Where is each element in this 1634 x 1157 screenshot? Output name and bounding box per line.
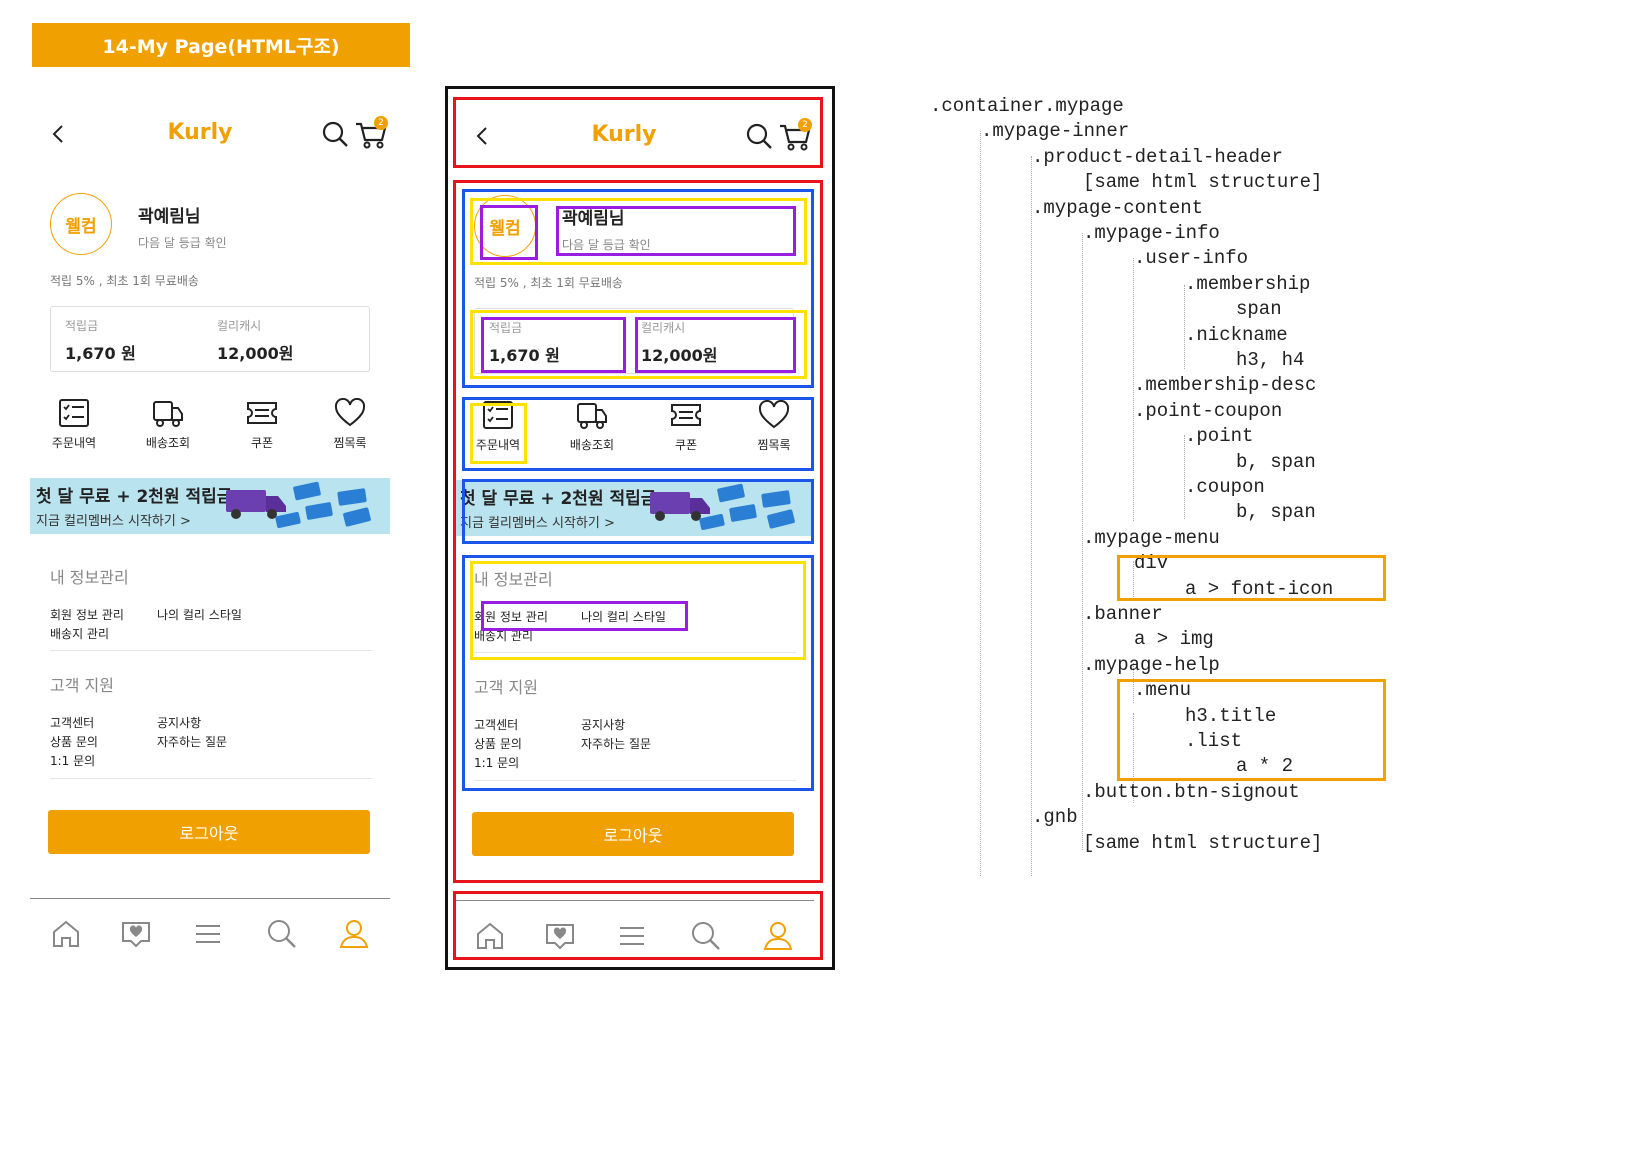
tree-node: b, span xyxy=(1236,450,1316,473)
tree-node: a > img xyxy=(1134,628,1214,651)
signout-button[interactable]: 로그아웃 xyxy=(48,810,370,854)
help-link[interactable]: 1:1 문의 xyxy=(50,752,95,769)
home-icon[interactable] xyxy=(50,918,82,950)
menu-item-label: 배송조회 xyxy=(145,436,191,450)
help-menu-title-info: 내 정보관리 xyxy=(50,568,129,587)
header-box xyxy=(453,97,823,168)
tree-node: .mypage-content xyxy=(1032,196,1204,219)
tree-node: .point-coupon xyxy=(1134,399,1283,422)
product-detail-header: Kurly 2 xyxy=(30,110,388,160)
gnb-divider xyxy=(30,898,390,899)
menu-item-delivery-tracking[interactable]: 배송조회 xyxy=(128,398,208,451)
page-title: 14-My Page(HTML구조) xyxy=(32,23,410,67)
banner-title: 첫 달 무료 + 2천원 적립금 xyxy=(36,487,233,507)
coupon[interactable]: 컬리캐시 12,000원 xyxy=(217,317,293,364)
help-link[interactable]: 배송지 관리 xyxy=(50,625,109,642)
help-menu-title-support: 고객 지원 xyxy=(50,676,114,695)
tree-node: h3, h4 xyxy=(1236,349,1305,371)
nickname: 곽예림님 xyxy=(138,207,201,227)
search-icon[interactable] xyxy=(266,918,298,950)
ticket-icon xyxy=(222,398,302,428)
coupon-box xyxy=(635,317,796,373)
tree-node: .mypage-inner xyxy=(981,120,1130,143)
menu-item-coupon[interactable]: 쿠폰 xyxy=(222,398,302,451)
menu-item-wishlist[interactable]: 찜목록 xyxy=(310,398,390,451)
point-label: 적립금 xyxy=(65,319,99,333)
kurly-logo[interactable]: Kurly xyxy=(30,120,370,145)
help-link[interactable]: 공지사항 xyxy=(157,714,201,731)
tree-node: .gnb xyxy=(1032,806,1078,829)
menu-item-label: 쿠폰 xyxy=(250,436,274,450)
tree-node: .container.mypage xyxy=(930,95,1124,117)
help-link[interactable]: 고객센터 xyxy=(50,714,94,731)
gnb-box xyxy=(453,891,823,960)
help-link[interactable]: 자주하는 질문 xyxy=(157,733,227,750)
tree-node: .user-info xyxy=(1134,247,1249,270)
tree-node: .mypage-help xyxy=(1083,653,1220,676)
user-icon[interactable] xyxy=(338,918,370,950)
tree-node: .membership-desc xyxy=(1134,374,1317,397)
mypage-menu: 주문내역 배송조회 쿠폰 찜목록 xyxy=(30,398,370,454)
truck-icon xyxy=(128,398,208,428)
point-value: 1,670 원 xyxy=(65,344,136,363)
banner[interactable]: 첫 달 무료 + 2천원 적립금지금 컬리멤버스 시작하기 > xyxy=(30,478,390,534)
banner-box xyxy=(462,479,814,544)
help-link[interactable]: 회원 정보 관리 xyxy=(50,606,124,623)
point[interactable]: 적립금 1,670 원 xyxy=(65,317,136,364)
grade-link[interactable]: 다음 달 등급 확인 xyxy=(138,234,227,251)
heart-icon xyxy=(310,398,390,428)
menu-item-box xyxy=(470,403,527,464)
membership-badge: 웰컴 xyxy=(50,193,112,255)
heart-chat-icon[interactable] xyxy=(120,918,152,950)
checklist-icon xyxy=(34,398,114,428)
cash-value: 12,000원 xyxy=(217,344,294,363)
tree-node: .nickname xyxy=(1185,323,1288,346)
help-list-box xyxy=(481,601,688,631)
tree-node: .product-detail-header xyxy=(1032,145,1283,168)
tree-node: .button.btn-signout xyxy=(1083,780,1300,803)
search-icon[interactable] xyxy=(321,120,349,148)
help-link[interactable]: 나의 컬리 스타일 xyxy=(157,606,242,623)
menu-div-box xyxy=(1117,555,1386,601)
tree-node: b, span xyxy=(1236,501,1316,524)
help-menu-code-box xyxy=(1117,679,1386,781)
help-link[interactable]: 상품 문의 xyxy=(50,733,98,750)
divider xyxy=(50,650,372,651)
menu-item-order-list[interactable]: 주문내역 xyxy=(34,398,114,451)
tree-node: [same html structure] xyxy=(1083,171,1323,194)
hamburger-icon[interactable] xyxy=(192,918,224,950)
cash-label: 컬리캐시 xyxy=(217,319,262,333)
tree-node: [same html structure] xyxy=(1083,831,1323,854)
banner-image xyxy=(220,478,390,534)
banner-subtitle: 지금 컬리멤버스 시작하기 > xyxy=(36,514,191,529)
point-box xyxy=(481,317,626,373)
menu-item-label: 주문내역 xyxy=(51,436,97,450)
tree-node: .coupon xyxy=(1185,476,1265,498)
tree-node: .banner xyxy=(1083,603,1163,625)
membership-desc: 적립 5% , 최초 1회 무료배송 xyxy=(50,274,199,288)
nickname-box xyxy=(556,206,796,256)
tree-node: .membership xyxy=(1185,272,1311,295)
tree-node: span xyxy=(1236,298,1282,321)
tree-node: .mypage-menu xyxy=(1083,526,1220,549)
membership-box xyxy=(480,205,538,260)
menu-item-label: 찜목록 xyxy=(333,436,367,450)
tree-node: .mypage-info xyxy=(1083,222,1220,244)
divider xyxy=(50,778,372,779)
cart-badge: 2 xyxy=(374,116,388,130)
tree-node: .point xyxy=(1185,425,1254,448)
point-coupon: 적립금 1,670 원 컬리캐시 12,000원 xyxy=(50,306,370,372)
